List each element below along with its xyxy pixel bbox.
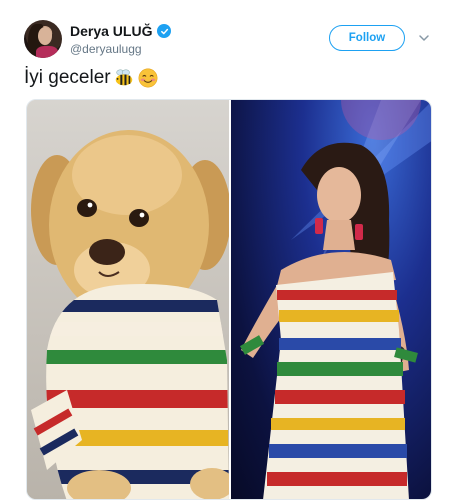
avatar-body: [36, 46, 58, 58]
chevron-down-icon[interactable]: [418, 32, 430, 44]
avatar[interactable]: [24, 20, 62, 58]
media-image-puppy[interactable]: [27, 100, 234, 499]
tweet-media[interactable]: [26, 99, 432, 500]
tweet-text: İyi geceler: [24, 67, 159, 89]
media-image-singer[interactable]: [231, 100, 431, 499]
bee-emoji-icon: [115, 69, 132, 86]
author-name-row[interactable]: Derya ULUĞ: [70, 23, 172, 39]
verified-icon: [157, 24, 172, 38]
author-display-name[interactable]: Derya ULUĞ: [70, 23, 152, 39]
author-handle[interactable]: @deryaulugg: [70, 42, 142, 56]
puppy-illustration: [27, 100, 234, 499]
avatar-face: [38, 27, 52, 45]
smiling-blush-emoji-icon: [138, 68, 158, 88]
singer-illustration: [239, 100, 431, 499]
follow-button[interactable]: Follow: [329, 25, 405, 51]
tweet-text-content: İyi geceler: [24, 67, 111, 88]
